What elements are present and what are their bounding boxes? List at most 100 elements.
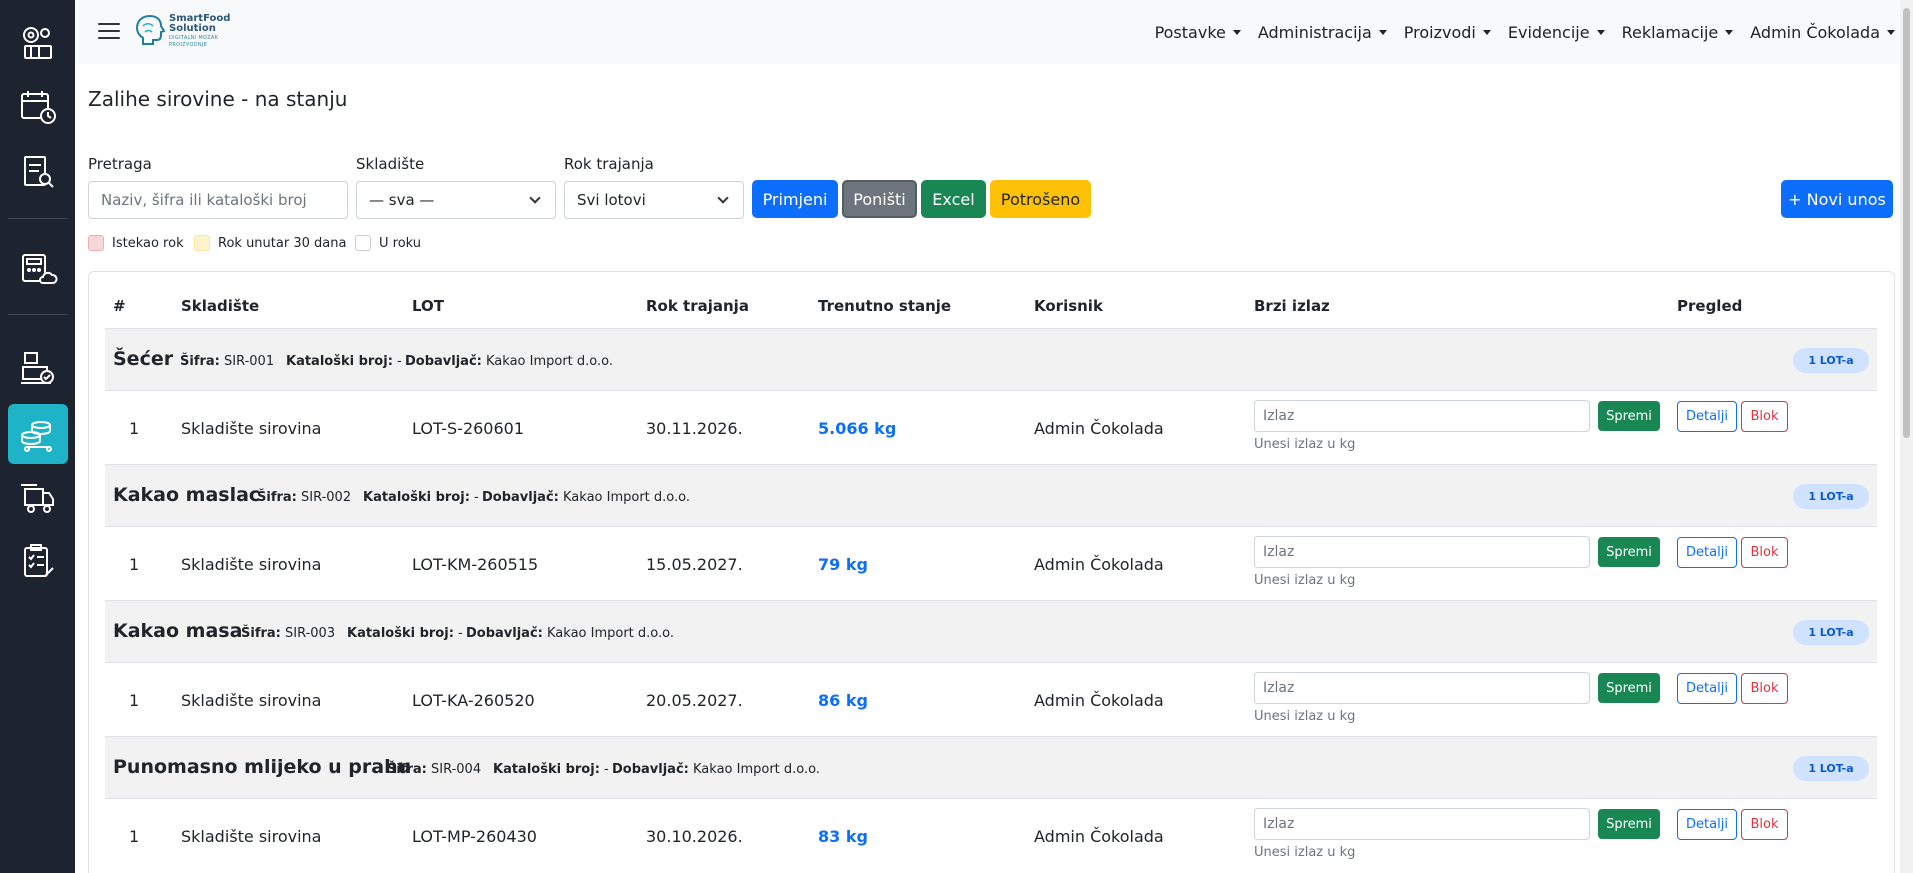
row-expiry: 15.05.2027. (646, 555, 743, 574)
report-search-icon[interactable] (8, 142, 68, 202)
warehouse-label: Skladište (356, 155, 425, 173)
block-button[interactable]: Blok (1741, 673, 1788, 704)
exit-hint: Unesi izlaz u kg (1254, 845, 1356, 860)
row-num: 1 (129, 827, 140, 846)
exit-hint: Unesi izlaz u kg (1254, 573, 1356, 588)
row-stock[interactable]: 86 kg (818, 691, 868, 710)
excel-button[interactable]: Excel (921, 180, 986, 218)
sidebar (0, 0, 75, 873)
warehouse-select[interactable]: — sva — (356, 181, 556, 219)
search-input[interactable]: Naziv, šifra ili kataloški broj (88, 181, 348, 219)
row-warehouse: Skladište sirovina (181, 691, 322, 710)
legend-expired: Istekao rok (88, 235, 184, 251)
lot-count-badge: 1 LOT-a (1793, 620, 1869, 645)
calculator-cloud-icon[interactable] (8, 238, 68, 298)
nav-reklamacije[interactable]: Reklamacije (1622, 23, 1734, 42)
group-row: Punomasno mlijeko u prahu Šifra: SIR-004… (105, 736, 1877, 799)
col-header-stock: Trenutno stanje (818, 297, 952, 315)
details-button[interactable]: Detalji (1677, 401, 1737, 432)
group-name: Punomasno mlijeko u prahu (113, 756, 412, 778)
expiry-select[interactable]: Svi lotovi (564, 181, 744, 219)
brain-logo-icon (135, 14, 166, 45)
row-expiry: 20.05.2027. (646, 691, 743, 710)
nav-administracija[interactable]: Administracija (1258, 23, 1387, 42)
group-katalog: Kataloški broj: - (286, 354, 402, 369)
page-scrollbar[interactable] (1900, 0, 1913, 873)
row-stock[interactable]: 79 kg (818, 555, 868, 574)
boxes-check-icon[interactable] (8, 338, 68, 398)
row-lot: LOT-S-260601 (412, 419, 525, 438)
row-stock[interactable]: 83 kg (818, 827, 868, 846)
group-sifra: Šifra: SIR-004 (387, 762, 482, 777)
row-lot: LOT-KA-260520 (412, 691, 535, 710)
details-button[interactable]: Detalji (1677, 537, 1737, 568)
save-button[interactable]: Spremi (1598, 673, 1660, 703)
factory-gears-icon[interactable] (8, 12, 68, 72)
brand-subtitle-line1: DIGITALNI MOZAK (169, 35, 219, 41)
nav-proizvodi[interactable]: Proizvodi (1404, 23, 1491, 42)
consumed-button[interactable]: Potrošeno (990, 180, 1091, 218)
block-button[interactable]: Blok (1741, 537, 1788, 568)
legend-swatch (355, 235, 371, 251)
hamburger-menu-icon[interactable] (98, 21, 120, 41)
details-button[interactable]: Detalji (1677, 673, 1737, 704)
legend-swatch (88, 235, 104, 251)
col-header-review: Pregled (1677, 297, 1743, 315)
row-num: 1 (129, 419, 140, 438)
reset-button[interactable]: Poništi (842, 180, 917, 218)
brand-logo[interactable]: SmartFood Solution DIGITALNI MOZAK PROIZ… (133, 12, 230, 50)
scrollbar-thumb[interactable] (1903, 8, 1910, 438)
exit-input[interactable]: Izlaz (1254, 536, 1590, 568)
group-dobavljac: Dobavljač: Kakao Import d.o.o. (612, 762, 821, 777)
save-button[interactable]: Spremi (1598, 537, 1660, 567)
new-entry-button[interactable]: + Novi unos (1781, 180, 1893, 218)
brand-title-line2: Solution (169, 23, 216, 34)
lot-count-badge: 1 LOT-a (1793, 756, 1869, 781)
caret-down-icon (1725, 29, 1734, 35)
caret-down-icon (1887, 29, 1895, 35)
block-button[interactable]: Blok (1741, 809, 1788, 840)
apply-button[interactable]: Primjeni (752, 180, 838, 218)
row-stock[interactable]: 5.066 kg (818, 419, 896, 438)
caret-down-icon (1596, 29, 1605, 35)
save-button[interactable]: Spremi (1598, 401, 1660, 431)
nav-menu: Postavke Administracija Proizvodi Eviden… (1138, 0, 1895, 64)
exit-hint: Unesi izlaz u kg (1254, 709, 1356, 724)
group-katalog: Kataloški broj: - (363, 490, 479, 505)
nav-postavke[interactable]: Postavke (1155, 23, 1241, 42)
legend-within30: Rok unutar 30 dana (194, 235, 346, 251)
group-dobavljac: Dobavljač: Kakao Import d.o.o. (466, 626, 675, 641)
exit-input[interactable]: Izlaz (1254, 400, 1590, 432)
delivery-truck-icon[interactable] (8, 468, 68, 528)
checklist-clipboard-icon[interactable] (8, 531, 68, 591)
nav-evidencije[interactable]: Evidencije (1508, 23, 1605, 42)
exit-input[interactable]: Izlaz (1254, 808, 1590, 840)
row-num: 1 (129, 691, 140, 710)
expiry-label: Rok trajanja (564, 155, 654, 173)
details-button[interactable]: Detalji (1677, 809, 1737, 840)
search-label: Pretraga (88, 155, 152, 173)
caret-down-icon (1232, 29, 1241, 35)
row-warehouse: Skladište sirovina (181, 419, 322, 438)
row-lot: LOT-KM-260515 (412, 555, 539, 574)
top-navbar: SmartFood Solution DIGITALNI MOZAK PROIZ… (75, 0, 1913, 64)
row-warehouse: Skladište sirovina (181, 827, 322, 846)
calendar-clock-icon[interactable] (8, 77, 68, 137)
group-name: Šećer (113, 348, 174, 370)
group-katalog: Kataloški broj: - (347, 626, 463, 641)
row-expiry: 30.11.2026. (646, 419, 743, 438)
save-button[interactable]: Spremi (1598, 809, 1660, 839)
group-dobavljac: Dobavljač: Kakao Import d.o.o. (482, 490, 691, 505)
warehouse-stock-icon[interactable] (8, 404, 68, 464)
row-expiry: 30.10.2026. (646, 827, 743, 846)
exit-input[interactable]: Izlaz (1254, 672, 1590, 704)
chevron-down-icon (529, 192, 541, 204)
legend-ok: U roku (355, 235, 421, 251)
group-sifra: Šifra: SIR-001 (180, 354, 275, 369)
block-button[interactable]: Blok (1741, 401, 1788, 432)
group-row: Kakao masa Šifra: SIR-003 Kataloški broj… (105, 600, 1877, 663)
col-header-quick-exit: Brzi izlaz (1254, 297, 1330, 315)
nav-user-menu[interactable]: Admin Čokolada (1750, 23, 1895, 42)
group-katalog: Kataloški broj: - (493, 762, 609, 777)
row-user: Admin Čokolada (1034, 419, 1164, 438)
